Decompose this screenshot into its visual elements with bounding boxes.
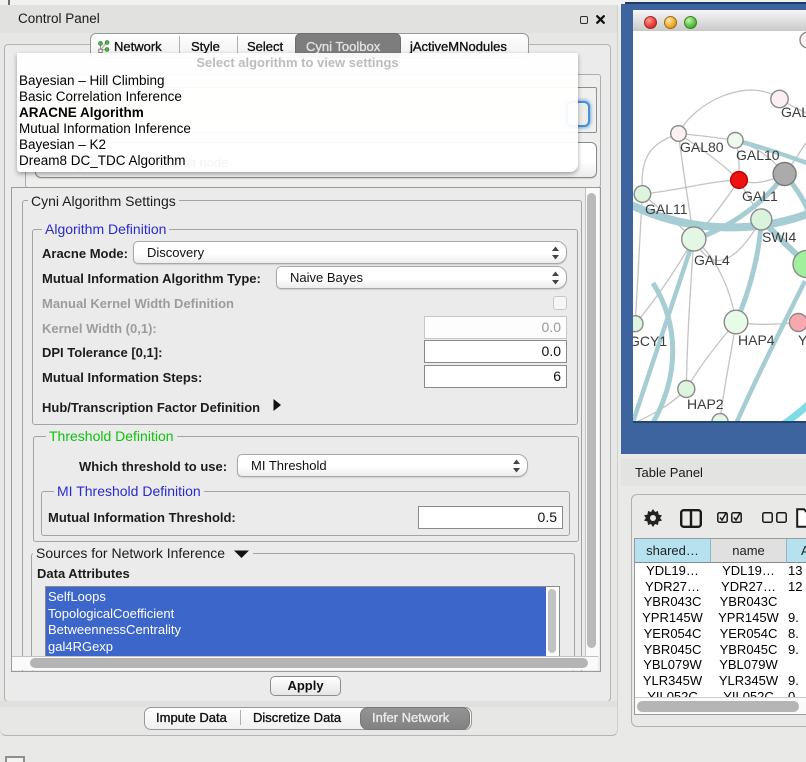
svg-text:GAL1: GAL1 — [742, 188, 778, 204]
svg-text:GAL10: GAL10 — [736, 147, 780, 163]
svg-text:Y: Y — [798, 332, 806, 348]
svg-text:GCY1: GCY1 — [633, 333, 667, 349]
svg-text:SWI4: SWI4 — [762, 229, 796, 245]
svg-text:HAP2: HAP2 — [687, 396, 724, 412]
svg-text:HAP4: HAP4 — [738, 332, 775, 348]
svg-text:GAL7: GAL7 — [781, 104, 806, 120]
svg-text:GAL4: GAL4 — [694, 252, 730, 268]
svg-text:GAL80: GAL80 — [680, 139, 724, 155]
svg-text:GAL11: GAL11 — [645, 201, 688, 217]
